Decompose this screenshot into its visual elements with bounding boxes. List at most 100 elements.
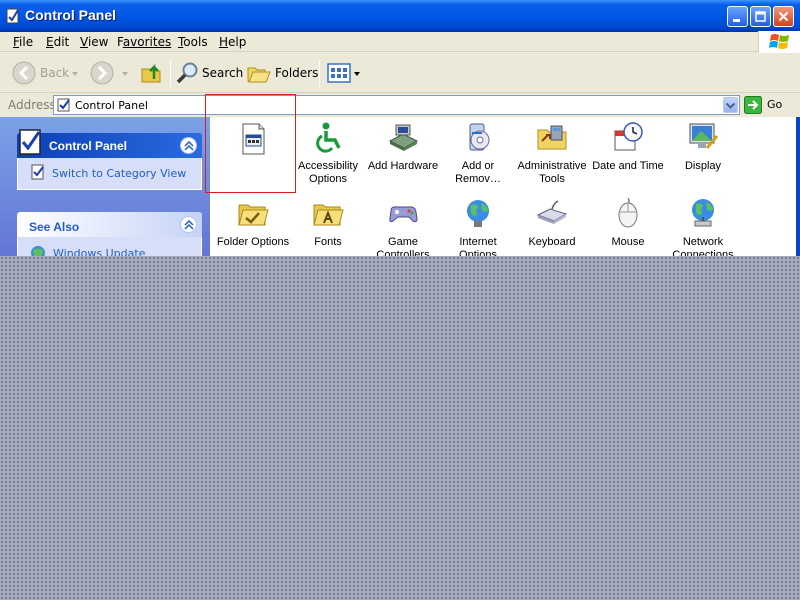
- mouse-icon: [618, 197, 638, 228]
- standard-toolbar: Back Search Folders: [0, 53, 800, 93]
- see-also-section-header[interactable]: See Also: [17, 212, 202, 237]
- back-dropdown-icon: [72, 72, 78, 76]
- switch-view-icon: [31, 164, 44, 180]
- menu-tools-label: ools: [183, 35, 208, 49]
- folder-options-icon: [238, 204, 269, 226]
- menu-file-label: ile: [19, 35, 34, 49]
- menu-bar: File Edit View Favorites Tools Help: [0, 32, 800, 52]
- windows-flag-icon: [769, 34, 789, 49]
- toolbar-separator: [170, 60, 171, 87]
- control-panel-section-header[interactable]: Control Panel: [17, 129, 202, 158]
- item-label: Game Controllers: [376, 236, 430, 256]
- search-button[interactable]: Search: [176, 60, 244, 86]
- windows-update-icon: [31, 246, 45, 256]
- windows-update-link[interactable]: Windows Update: [53, 247, 145, 256]
- date-time-icon: [614, 122, 643, 151]
- item-label: Display: [684, 160, 722, 172]
- search-label: Search: [202, 66, 244, 80]
- item-label: Mouse: [611, 236, 645, 248]
- item-label: Folder Options: [216, 236, 290, 248]
- item-label: Add Hardware: [367, 160, 439, 172]
- minimize-button[interactable]: [727, 6, 748, 27]
- up-folder-button[interactable]: [140, 60, 164, 86]
- address-label: Address: [8, 98, 56, 112]
- go-arrow-icon: [744, 96, 762, 114]
- item-label: Keyboard: [528, 236, 576, 248]
- menu-edit-mnemonic: E: [46, 35, 54, 49]
- item-label: Network Connections: [672, 236, 734, 256]
- window-title: Control Panel: [25, 7, 117, 23]
- views-dropdown-icon: [354, 72, 360, 76]
- maximize-button[interactable]: [750, 6, 771, 27]
- item-label: Date and Time: [592, 160, 664, 172]
- menu-favorites[interactable]: Favorites: [117, 35, 171, 49]
- chevron-down-icon: [726, 103, 735, 109]
- item-label: Accessibility Options: [298, 160, 358, 185]
- control-panel-large-icon: [19, 129, 41, 155]
- up-folder-icon: [141, 63, 161, 83]
- menu-tools[interactable]: Tools: [178, 35, 208, 49]
- control-panel-window-icon: [6, 8, 19, 24]
- internet-options-icon: [467, 200, 489, 227]
- selection-highlight: [205, 94, 296, 193]
- close-icon: [778, 11, 789, 22]
- chevron-up-double-icon: [184, 220, 194, 230]
- item-label: Internet Options: [459, 236, 497, 256]
- menu-edit-label: dit: [53, 35, 70, 49]
- administrative-tools-icon: [537, 125, 567, 150]
- menu-edit[interactable]: Edit: [46, 35, 69, 49]
- views-icon: [327, 63, 351, 83]
- menu-view[interactable]: View: [80, 35, 108, 49]
- see-also-section-body: Windows Update: [17, 237, 202, 256]
- go-button[interactable]: Go: [744, 96, 796, 114]
- forward-button[interactable]: [90, 60, 132, 86]
- item-label: Add or Remov…: [455, 160, 501, 185]
- maximize-icon: [755, 11, 766, 22]
- control-panel-section-title: Control Panel: [49, 139, 128, 153]
- menu-help-label: elp: [228, 35, 247, 49]
- control-panel-small-icon: [57, 98, 70, 112]
- folders-label: Folders: [275, 66, 319, 80]
- minimize-icon: [733, 19, 740, 22]
- chevron-up-double-icon: [184, 141, 194, 151]
- forward-arrow-icon: [90, 61, 114, 85]
- menu-help[interactable]: Help: [219, 35, 246, 49]
- back-label: Back: [40, 66, 70, 80]
- add-hardware-icon: [388, 124, 419, 151]
- folders-button[interactable]: Folders: [247, 60, 318, 86]
- keyboard-icon: [536, 200, 568, 224]
- forward-dropdown-icon: [122, 72, 128, 76]
- menu-view-mnemonic: V: [80, 35, 88, 49]
- views-button[interactable]: [327, 60, 361, 86]
- see-also-collapse-button[interactable]: [180, 216, 197, 233]
- window-right-border: [796, 117, 800, 256]
- menu-favorites-label: avorites: [122, 35, 172, 49]
- title-bar[interactable]: Control Panel: [0, 0, 800, 32]
- network-connections-icon: [692, 199, 714, 227]
- address-value: Control Panel: [75, 99, 148, 112]
- switch-to-category-view-link[interactable]: Switch to Category View: [52, 167, 186, 180]
- control-panel-section: Control Panel Switch to Category View: [17, 129, 202, 190]
- see-also-title: See Also: [29, 220, 80, 234]
- back-button[interactable]: Back: [12, 60, 82, 86]
- address-dropdown-button[interactable]: [723, 97, 738, 113]
- control-panel-section-body: Switch to Category View: [17, 158, 202, 190]
- items-view: Accessibility Options Add Hardware Add o…: [210, 117, 796, 256]
- go-label: Go: [767, 98, 783, 111]
- menu-file[interactable]: File: [13, 35, 33, 49]
- toolbar-separator: [319, 60, 320, 87]
- address-input[interactable]: Control Panel: [53, 95, 740, 115]
- menu-help-mnemonic: H: [219, 35, 229, 49]
- fonts-icon: [313, 204, 344, 226]
- see-also-section: See Also Windows Update: [17, 212, 202, 256]
- collapse-button[interactable]: [180, 137, 197, 154]
- control-panel-window: Control Panel File Edit View Favorites T…: [0, 0, 800, 256]
- windows-logo: [758, 31, 800, 53]
- accessibility-icon: [316, 122, 341, 153]
- item-label: Administrative Tools: [517, 160, 587, 185]
- close-button[interactable]: [773, 6, 794, 27]
- game-controllers-icon: [389, 206, 418, 223]
- address-bar: Address Control Panel Go: [0, 94, 800, 116]
- menu-view-label: iew: [87, 35, 109, 49]
- back-arrow-icon: [12, 61, 36, 85]
